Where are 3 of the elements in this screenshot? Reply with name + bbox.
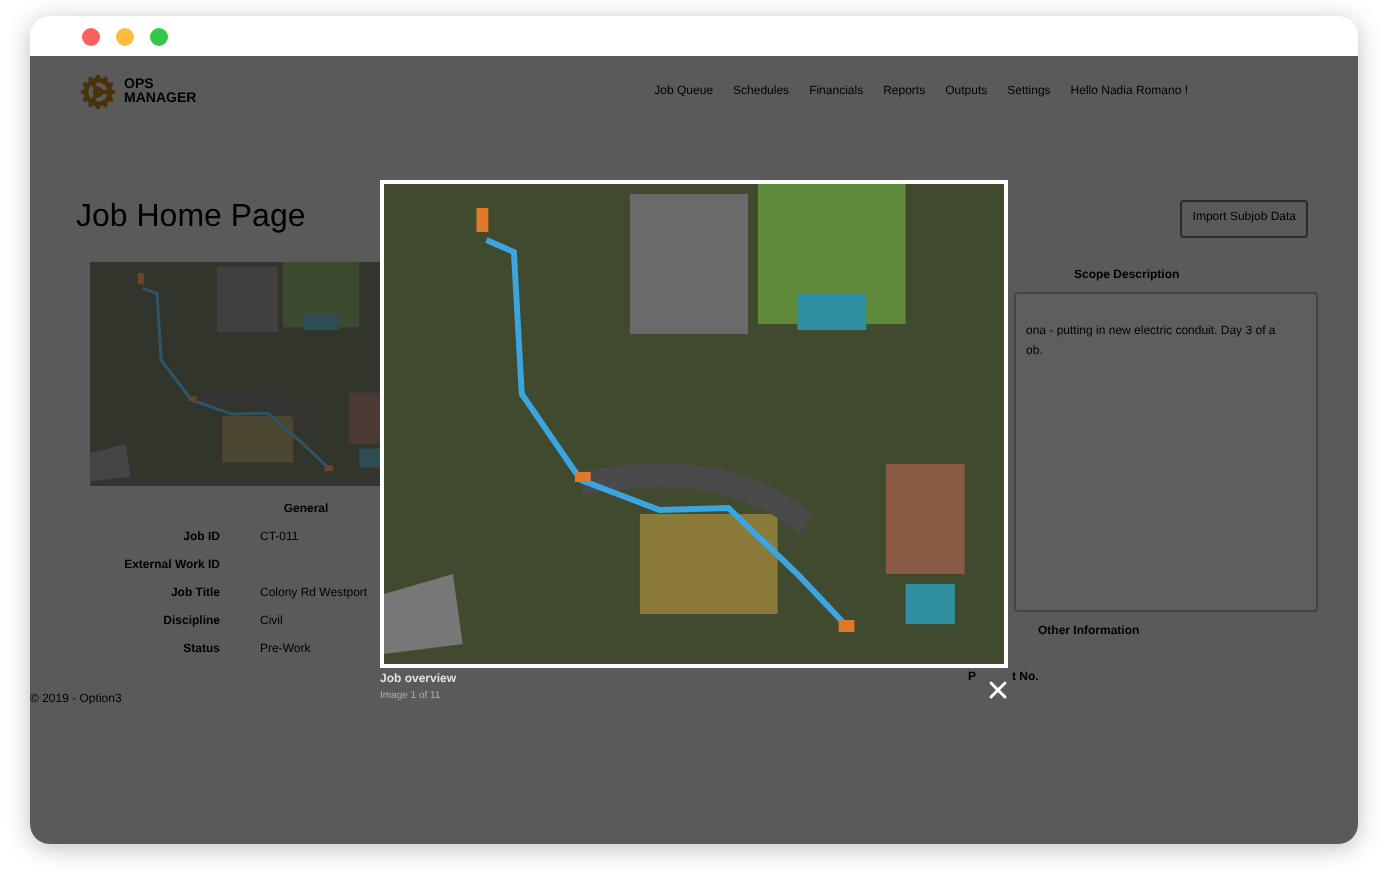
page-title: Job Home Page <box>76 200 308 236</box>
gear-logo-icon <box>80 74 116 110</box>
close-icon[interactable] <box>984 676 1012 704</box>
